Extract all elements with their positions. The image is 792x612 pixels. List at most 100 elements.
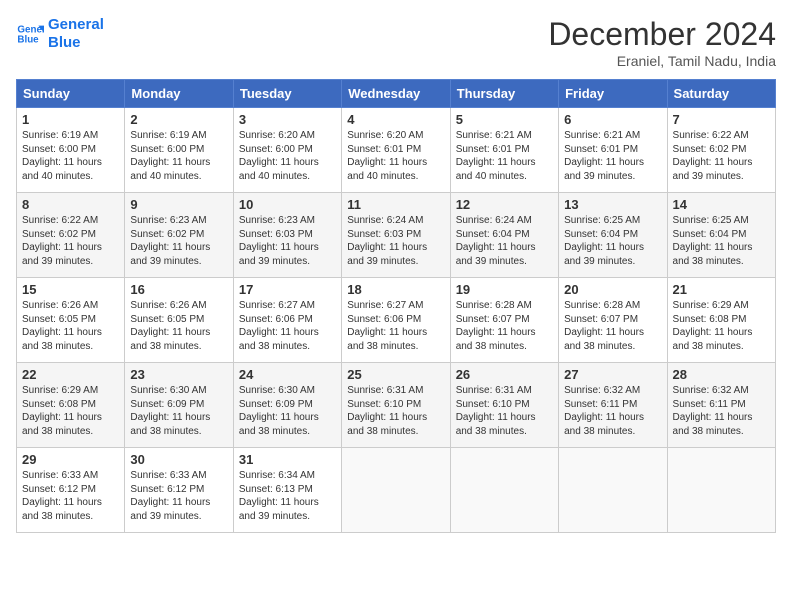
cell-info: Sunrise: 6:23 AMSunset: 6:02 PMDaylight:… bbox=[130, 214, 227, 268]
day-number: 29 bbox=[22, 452, 119, 467]
day-number: 11 bbox=[347, 197, 444, 212]
calendar-week-row: 29 Sunrise: 6:33 AMSunset: 6:12 PMDaylig… bbox=[17, 448, 776, 533]
calendar-cell: 30 Sunrise: 6:33 AMSunset: 6:12 PMDaylig… bbox=[125, 448, 233, 533]
calendar-cell: 20 Sunrise: 6:28 AMSunset: 6:07 PMDaylig… bbox=[559, 278, 667, 363]
calendar-cell: 15 Sunrise: 6:26 AMSunset: 6:05 PMDaylig… bbox=[17, 278, 125, 363]
weekday-header: Monday bbox=[125, 80, 233, 108]
calendar-cell: 22 Sunrise: 6:29 AMSunset: 6:08 PMDaylig… bbox=[17, 363, 125, 448]
logo: General Blue GeneralBlue bbox=[16, 16, 104, 52]
day-number: 28 bbox=[673, 367, 770, 382]
month-year-title: December 2024 bbox=[548, 16, 776, 53]
cell-info: Sunrise: 6:27 AMSunset: 6:06 PMDaylight:… bbox=[347, 299, 444, 353]
logo-icon: General Blue bbox=[16, 20, 44, 48]
cell-info: Sunrise: 6:29 AMSunset: 6:08 PMDaylight:… bbox=[673, 299, 770, 353]
calendar-cell: 1 Sunrise: 6:19 AMSunset: 6:00 PMDayligh… bbox=[17, 108, 125, 193]
weekday-header: Saturday bbox=[667, 80, 775, 108]
calendar-cell bbox=[342, 448, 450, 533]
calendar-cell: 5 Sunrise: 6:21 AMSunset: 6:01 PMDayligh… bbox=[450, 108, 558, 193]
day-number: 4 bbox=[347, 112, 444, 127]
day-number: 6 bbox=[564, 112, 661, 127]
calendar-cell: 23 Sunrise: 6:30 AMSunset: 6:09 PMDaylig… bbox=[125, 363, 233, 448]
day-number: 27 bbox=[564, 367, 661, 382]
day-number: 9 bbox=[130, 197, 227, 212]
cell-info: Sunrise: 6:33 AMSunset: 6:12 PMDaylight:… bbox=[22, 469, 119, 523]
calendar-cell: 19 Sunrise: 6:28 AMSunset: 6:07 PMDaylig… bbox=[450, 278, 558, 363]
calendar-cell: 6 Sunrise: 6:21 AMSunset: 6:01 PMDayligh… bbox=[559, 108, 667, 193]
cell-info: Sunrise: 6:20 AMSunset: 6:00 PMDaylight:… bbox=[239, 129, 336, 183]
calendar-cell: 2 Sunrise: 6:19 AMSunset: 6:00 PMDayligh… bbox=[125, 108, 233, 193]
day-number: 23 bbox=[130, 367, 227, 382]
cell-info: Sunrise: 6:31 AMSunset: 6:10 PMDaylight:… bbox=[456, 384, 553, 438]
day-number: 15 bbox=[22, 282, 119, 297]
day-number: 1 bbox=[22, 112, 119, 127]
day-number: 19 bbox=[456, 282, 553, 297]
calendar-cell: 27 Sunrise: 6:32 AMSunset: 6:11 PMDaylig… bbox=[559, 363, 667, 448]
day-number: 13 bbox=[564, 197, 661, 212]
logo-text: GeneralBlue bbox=[48, 16, 104, 52]
day-number: 14 bbox=[673, 197, 770, 212]
title-block: December 2024 Eraniel, Tamil Nadu, India bbox=[548, 16, 776, 69]
weekday-header: Friday bbox=[559, 80, 667, 108]
cell-info: Sunrise: 6:24 AMSunset: 6:03 PMDaylight:… bbox=[347, 214, 444, 268]
calendar-table: SundayMondayTuesdayWednesdayThursdayFrid… bbox=[16, 79, 776, 533]
calendar-cell: 28 Sunrise: 6:32 AMSunset: 6:11 PMDaylig… bbox=[667, 363, 775, 448]
cell-info: Sunrise: 6:24 AMSunset: 6:04 PMDaylight:… bbox=[456, 214, 553, 268]
calendar-cell bbox=[559, 448, 667, 533]
cell-info: Sunrise: 6:21 AMSunset: 6:01 PMDaylight:… bbox=[564, 129, 661, 183]
cell-info: Sunrise: 6:22 AMSunset: 6:02 PMDaylight:… bbox=[22, 214, 119, 268]
calendar-week-row: 22 Sunrise: 6:29 AMSunset: 6:08 PMDaylig… bbox=[17, 363, 776, 448]
day-number: 2 bbox=[130, 112, 227, 127]
cell-info: Sunrise: 6:30 AMSunset: 6:09 PMDaylight:… bbox=[239, 384, 336, 438]
cell-info: Sunrise: 6:21 AMSunset: 6:01 PMDaylight:… bbox=[456, 129, 553, 183]
day-number: 3 bbox=[239, 112, 336, 127]
cell-info: Sunrise: 6:29 AMSunset: 6:08 PMDaylight:… bbox=[22, 384, 119, 438]
weekday-header: Tuesday bbox=[233, 80, 341, 108]
day-number: 21 bbox=[673, 282, 770, 297]
calendar-cell bbox=[450, 448, 558, 533]
calendar-cell: 25 Sunrise: 6:31 AMSunset: 6:10 PMDaylig… bbox=[342, 363, 450, 448]
calendar-cell: 13 Sunrise: 6:25 AMSunset: 6:04 PMDaylig… bbox=[559, 193, 667, 278]
calendar-cell: 17 Sunrise: 6:27 AMSunset: 6:06 PMDaylig… bbox=[233, 278, 341, 363]
cell-info: Sunrise: 6:25 AMSunset: 6:04 PMDaylight:… bbox=[564, 214, 661, 268]
calendar-cell: 31 Sunrise: 6:34 AMSunset: 6:13 PMDaylig… bbox=[233, 448, 341, 533]
cell-info: Sunrise: 6:19 AMSunset: 6:00 PMDaylight:… bbox=[22, 129, 119, 183]
day-number: 8 bbox=[22, 197, 119, 212]
cell-info: Sunrise: 6:20 AMSunset: 6:01 PMDaylight:… bbox=[347, 129, 444, 183]
cell-info: Sunrise: 6:22 AMSunset: 6:02 PMDaylight:… bbox=[673, 129, 770, 183]
calendar-cell: 9 Sunrise: 6:23 AMSunset: 6:02 PMDayligh… bbox=[125, 193, 233, 278]
calendar-cell: 16 Sunrise: 6:26 AMSunset: 6:05 PMDaylig… bbox=[125, 278, 233, 363]
calendar-cell: 7 Sunrise: 6:22 AMSunset: 6:02 PMDayligh… bbox=[667, 108, 775, 193]
calendar-week-row: 8 Sunrise: 6:22 AMSunset: 6:02 PMDayligh… bbox=[17, 193, 776, 278]
calendar-cell bbox=[667, 448, 775, 533]
day-number: 26 bbox=[456, 367, 553, 382]
cell-info: Sunrise: 6:27 AMSunset: 6:06 PMDaylight:… bbox=[239, 299, 336, 353]
cell-info: Sunrise: 6:31 AMSunset: 6:10 PMDaylight:… bbox=[347, 384, 444, 438]
day-number: 5 bbox=[456, 112, 553, 127]
svg-text:Blue: Blue bbox=[17, 34, 39, 45]
day-number: 30 bbox=[130, 452, 227, 467]
day-number: 24 bbox=[239, 367, 336, 382]
cell-info: Sunrise: 6:19 AMSunset: 6:00 PMDaylight:… bbox=[130, 129, 227, 183]
calendar-cell: 29 Sunrise: 6:33 AMSunset: 6:12 PMDaylig… bbox=[17, 448, 125, 533]
day-number: 12 bbox=[456, 197, 553, 212]
day-number: 7 bbox=[673, 112, 770, 127]
calendar-cell: 18 Sunrise: 6:27 AMSunset: 6:06 PMDaylig… bbox=[342, 278, 450, 363]
cell-info: Sunrise: 6:32 AMSunset: 6:11 PMDaylight:… bbox=[564, 384, 661, 438]
page-header: General Blue GeneralBlue December 2024 E… bbox=[16, 16, 776, 69]
calendar-cell: 4 Sunrise: 6:20 AMSunset: 6:01 PMDayligh… bbox=[342, 108, 450, 193]
cell-info: Sunrise: 6:26 AMSunset: 6:05 PMDaylight:… bbox=[130, 299, 227, 353]
calendar-cell: 3 Sunrise: 6:20 AMSunset: 6:00 PMDayligh… bbox=[233, 108, 341, 193]
calendar-cell: 26 Sunrise: 6:31 AMSunset: 6:10 PMDaylig… bbox=[450, 363, 558, 448]
day-number: 25 bbox=[347, 367, 444, 382]
day-number: 31 bbox=[239, 452, 336, 467]
cell-info: Sunrise: 6:33 AMSunset: 6:12 PMDaylight:… bbox=[130, 469, 227, 523]
calendar-week-row: 1 Sunrise: 6:19 AMSunset: 6:00 PMDayligh… bbox=[17, 108, 776, 193]
calendar-header-row: SundayMondayTuesdayWednesdayThursdayFrid… bbox=[17, 80, 776, 108]
cell-info: Sunrise: 6:32 AMSunset: 6:11 PMDaylight:… bbox=[673, 384, 770, 438]
day-number: 10 bbox=[239, 197, 336, 212]
calendar-cell: 10 Sunrise: 6:23 AMSunset: 6:03 PMDaylig… bbox=[233, 193, 341, 278]
calendar-cell: 12 Sunrise: 6:24 AMSunset: 6:04 PMDaylig… bbox=[450, 193, 558, 278]
location-subtitle: Eraniel, Tamil Nadu, India bbox=[548, 53, 776, 69]
cell-info: Sunrise: 6:26 AMSunset: 6:05 PMDaylight:… bbox=[22, 299, 119, 353]
day-number: 18 bbox=[347, 282, 444, 297]
